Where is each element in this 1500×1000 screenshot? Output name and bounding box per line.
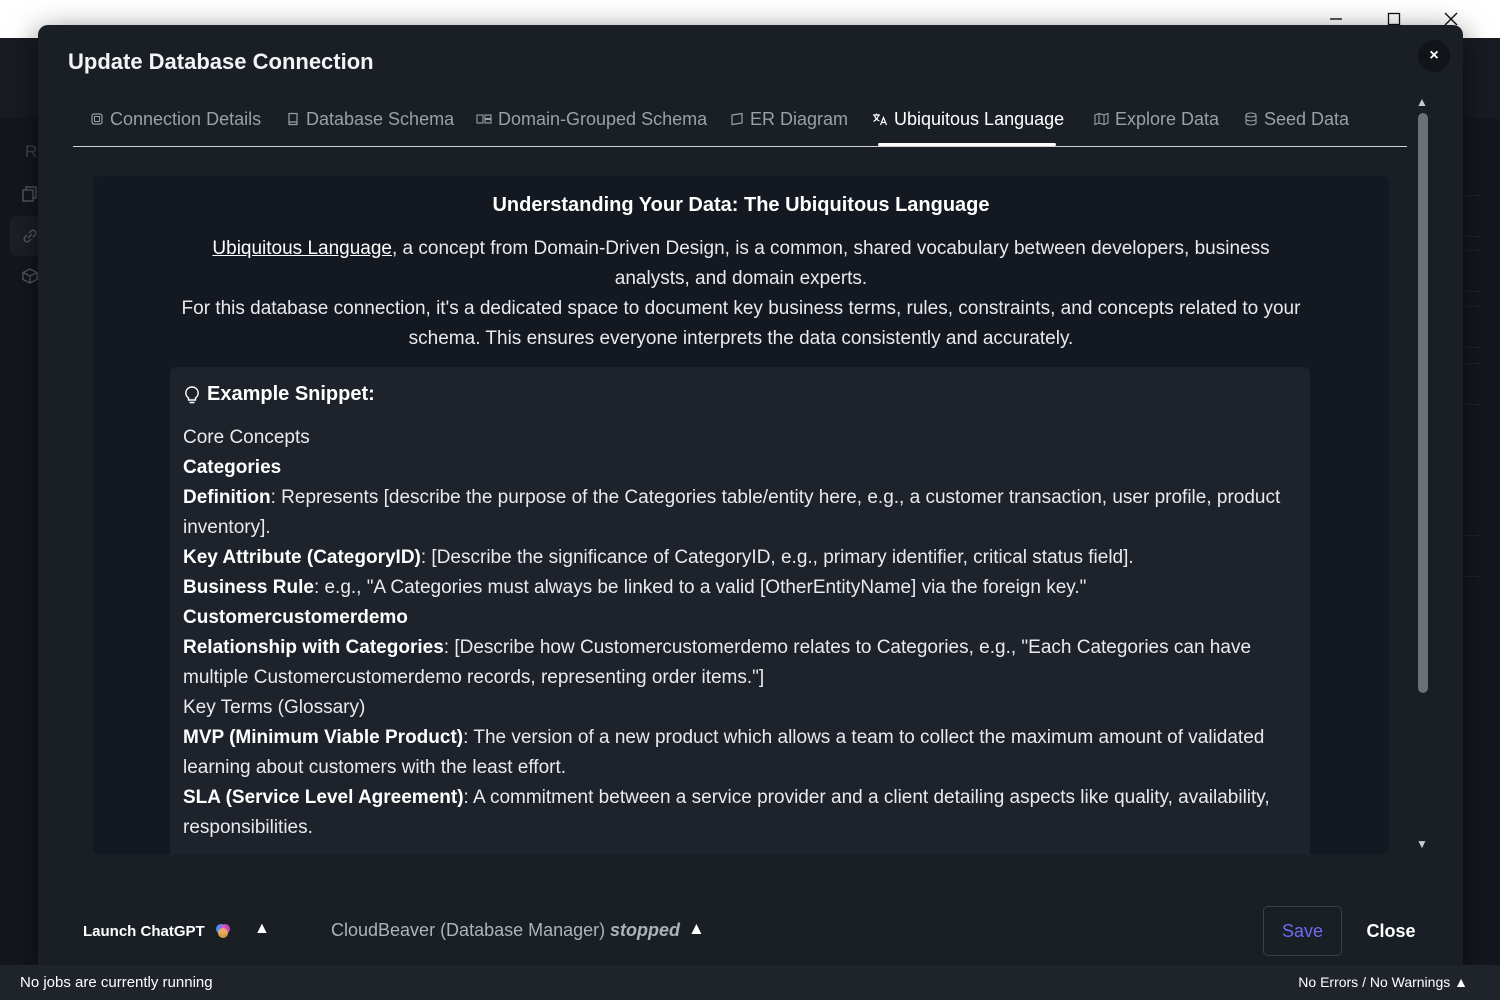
translate-icon — [873, 113, 888, 126]
scrollbar-thumb[interactable] — [1418, 113, 1428, 693]
term-text: : [Describe the significance of Category… — [420, 547, 1134, 568]
lightbulb-icon — [185, 385, 199, 403]
tab-label: Seed Data — [1264, 109, 1350, 129]
diagram-icon — [731, 112, 743, 126]
launch-chatgpt-label: Launch ChatGPT — [83, 922, 205, 940]
chatgpt-logo-icon — [215, 924, 230, 938]
ubiquitous-language-link[interactable]: Ubiquitous Language — [212, 238, 392, 259]
chatgpt-menu-caret[interactable]: ▲ — [254, 920, 270, 938]
jobs-status: No jobs are currently running — [20, 974, 213, 991]
term-label: Business Rule — [183, 577, 314, 598]
cloudbeaver-status: stopped — [610, 920, 680, 940]
cloudbeaver-label: CloudBeaver (Database Manager) — [331, 920, 606, 940]
tab-ubiquitous-language[interactable]: Ubiquitous Language — [872, 109, 1064, 145]
modal-title: Update Database Connection — [68, 49, 374, 74]
status-bar: No jobs are currently running No Errors … — [0, 965, 1500, 1000]
snippet-title: Example Snippet: — [207, 383, 375, 405]
close-button[interactable]: Close — [1356, 906, 1426, 956]
intro-paragraph-1: , a concept from Domain-Driven Design, i… — [392, 238, 1270, 289]
tab-domain-grouped-schema[interactable]: Domain-Grouped Schema — [476, 109, 707, 145]
tab-label: Database Schema — [306, 109, 455, 129]
term-text: : Represents [describe the purpose of th… — [183, 487, 1281, 538]
term-label: SLA (Service Level Agreement) — [183, 787, 464, 808]
term-text: : e.g., "A Categories must always be lin… — [313, 577, 1087, 598]
tab-label: Domain-Grouped Schema — [498, 109, 708, 129]
active-tab-indicator — [878, 143, 1056, 146]
cloudbeaver-menu-caret[interactable]: ▲ — [688, 919, 705, 939]
scroll-down-arrow[interactable]: ▼ — [1416, 837, 1428, 851]
term-label: Key Attribute (CategoryID) — [183, 547, 421, 568]
map-icon — [1094, 112, 1109, 126]
save-button[interactable]: Save — [1263, 906, 1342, 956]
snippet-body: Core Concepts Categories Definition: Rep… — [183, 423, 1298, 843]
panel-heading: Understanding Your Data: The Ubiquitous … — [492, 194, 990, 216]
term-label: MVP (Minimum Viable Product) — [183, 727, 464, 748]
snippet-heading: Example Snippet: — [183, 383, 375, 406]
intro-paragraph-2: For this database connection, it's a ded… — [181, 298, 1301, 349]
tab-label: ER Diagram — [750, 109, 849, 129]
launch-chatgpt-button[interactable]: Launch ChatGPT — [83, 921, 233, 941]
core-concepts-heading: Core Concepts — [183, 427, 310, 448]
tab-label: Ubiquitous Language — [894, 109, 1065, 129]
group-icon — [476, 114, 492, 124]
tab-bar: Connection Details Database Schema Domai… — [73, 97, 1407, 147]
connection-icon — [91, 113, 103, 125]
example-snippet: Example Snippet: Core Concepts Categorie… — [170, 367, 1310, 854]
book-icon — [288, 112, 298, 126]
tab-label: Explore Data — [1115, 109, 1220, 129]
tab-er-diagram[interactable]: ER Diagram — [730, 109, 848, 145]
entity-name: Categories — [183, 457, 282, 478]
glossary-heading: Key Terms (Glossary) — [183, 697, 366, 718]
tab-connection-details[interactable]: Connection Details — [90, 109, 261, 145]
tab-database-schema[interactable]: Database Schema — [286, 109, 454, 145]
tab-label: Connection Details — [110, 109, 262, 129]
tab-seed-data[interactable]: Seed Data — [1244, 109, 1349, 145]
problems-status[interactable]: No Errors / No Warnings ▲ — [1298, 974, 1468, 990]
scroll-up-arrow[interactable]: ▲ — [1416, 95, 1428, 109]
update-connection-modal: Update Database Connection × Connection … — [38, 25, 1463, 975]
database-icon — [1245, 112, 1257, 126]
intro-text: Ubiquitous Language, a concept from Doma… — [173, 234, 1309, 354]
modal-close-button[interactable]: × — [1418, 40, 1450, 72]
ubiquitous-language-panel: Understanding Your Data: The Ubiquitous … — [93, 176, 1389, 854]
tab-explore-data[interactable]: Explore Data — [1094, 109, 1219, 145]
entity-name: Customercustomerdemo — [183, 607, 408, 628]
term-label: Definition — [183, 487, 271, 508]
term-label: Relationship with Categories — [183, 637, 444, 658]
